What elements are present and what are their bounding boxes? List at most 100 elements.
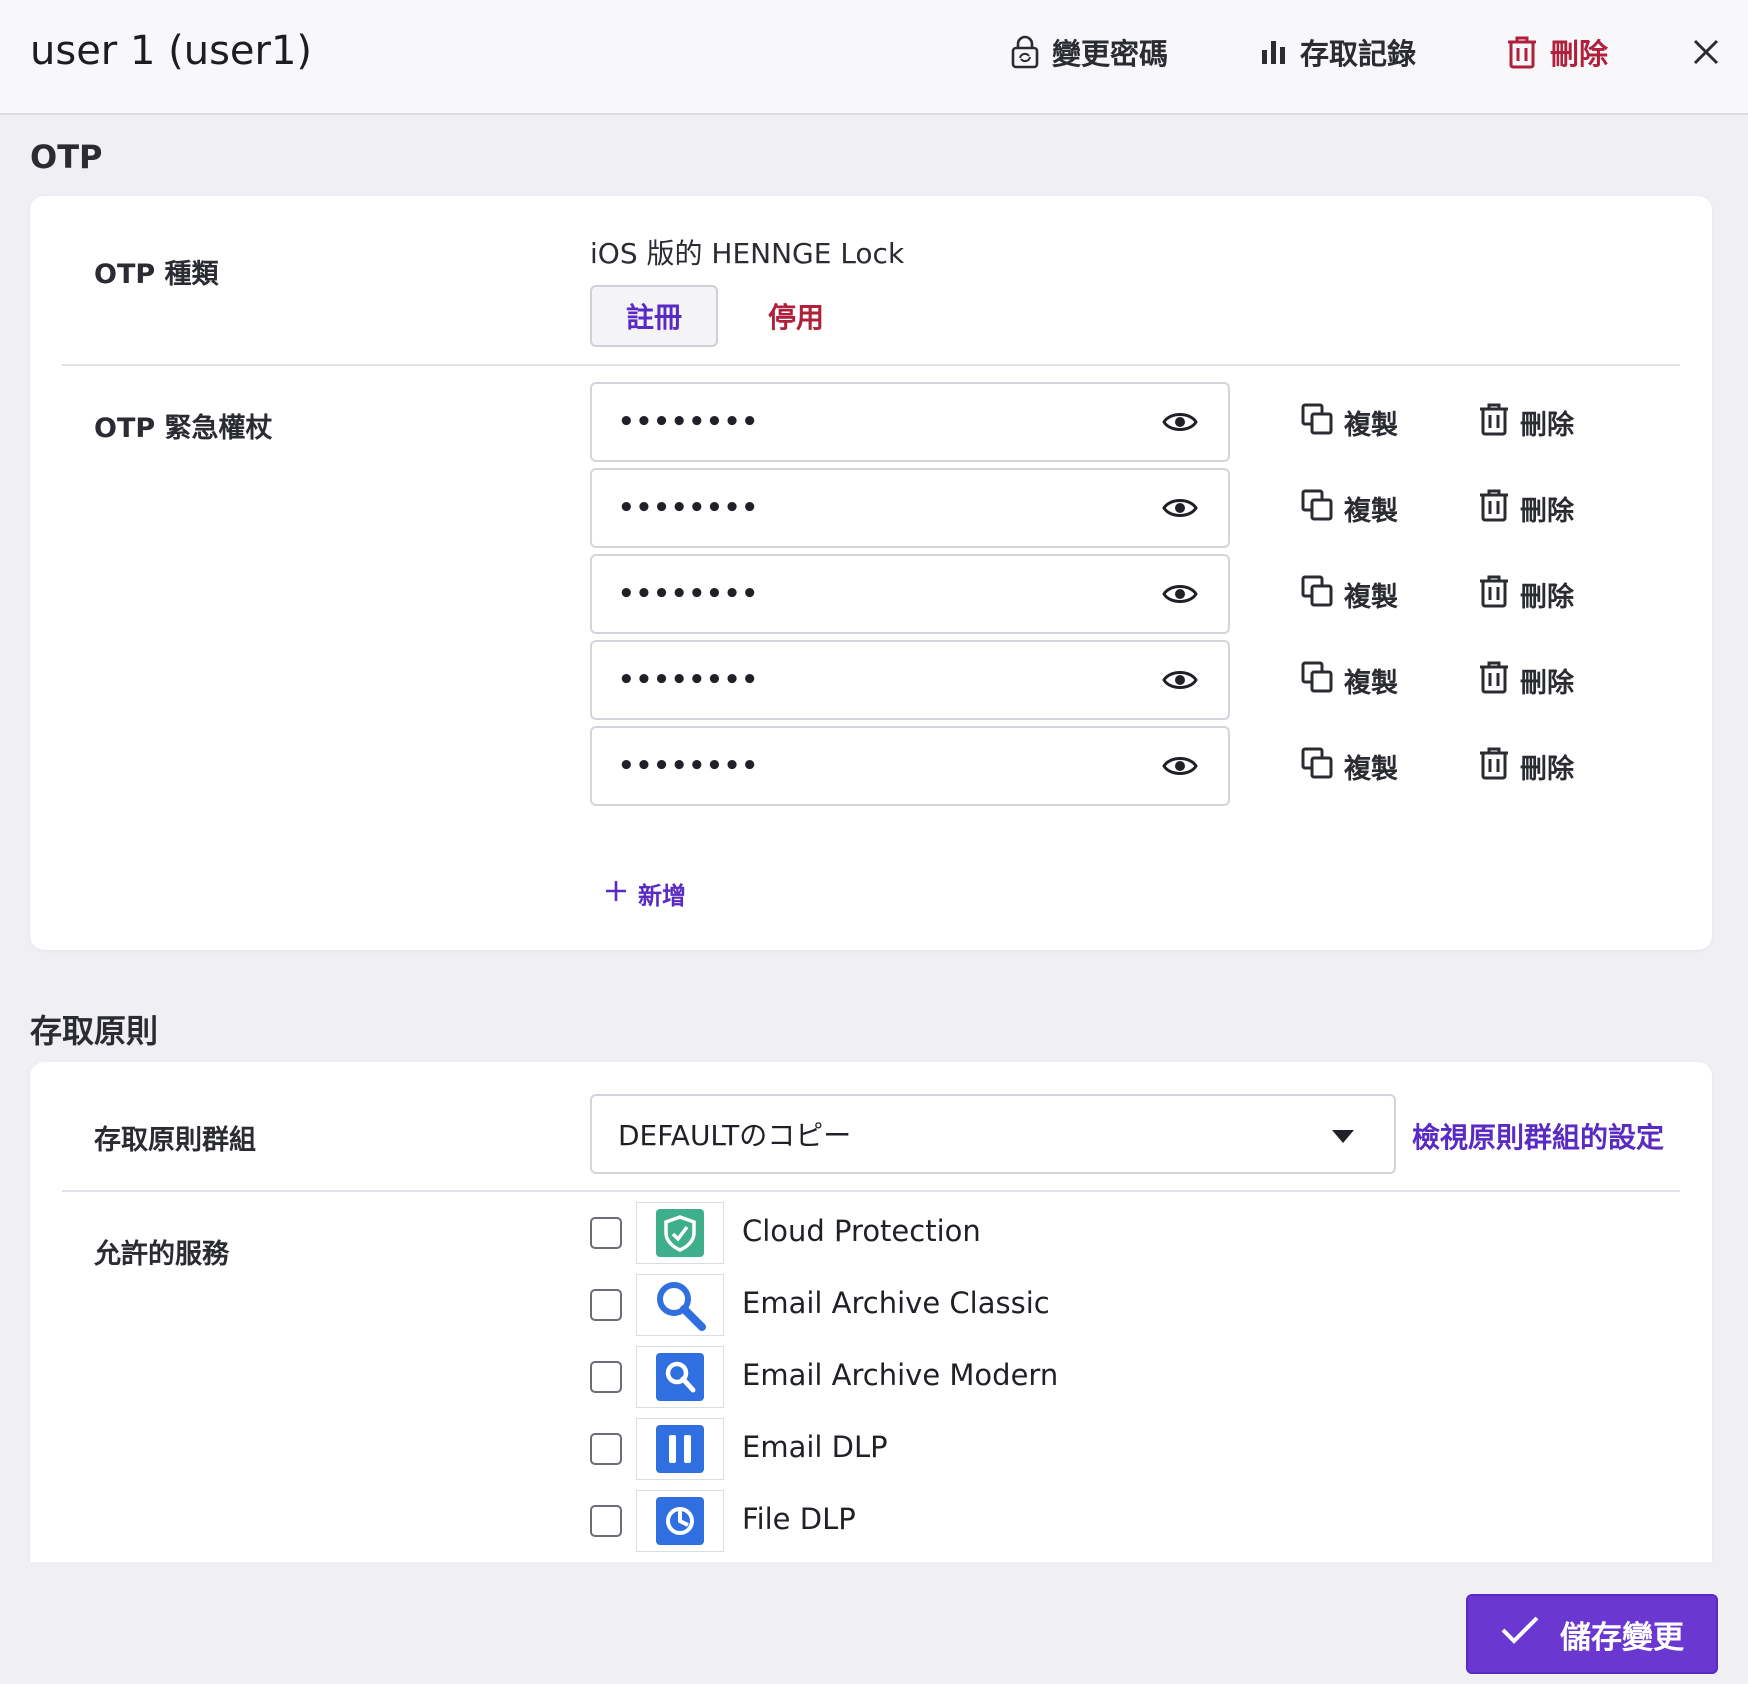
eye-icon[interactable] [1162, 576, 1198, 612]
dialog-title: user 1 (user1) [30, 28, 313, 74]
copy-token-label: 複製 [1344, 667, 1398, 699]
token-row: 複製 刪除 [590, 554, 1730, 634]
copy-icon [1300, 746, 1334, 787]
view-policy-group-link[interactable]: 檢視原則群組的設定 [1412, 1116, 1664, 1156]
service-name: Email DLP [742, 1430, 888, 1464]
token-field[interactable] [590, 382, 1230, 462]
otp-type-label: OTP 種類 [94, 259, 219, 290]
service-checkbox[interactable] [590, 1433, 622, 1465]
service-item: Email Archive Modern [590, 1346, 1490, 1408]
access-log-label: 存取記錄 [1300, 37, 1417, 71]
token-row: 複製 刪除 [590, 382, 1730, 462]
otp-divider [62, 364, 1680, 366]
change-password-label: 變更密碼 [1052, 37, 1169, 71]
policy-group-select[interactable]: DEFAULTのコピー [590, 1094, 1396, 1174]
service-item: File DLP [590, 1490, 1490, 1552]
delete-token-button[interactable]: 刪除 [1478, 746, 1574, 786]
copy-token-button[interactable]: 複製 [1300, 746, 1398, 786]
trash-icon [1506, 35, 1538, 69]
eye-icon[interactable] [1162, 404, 1198, 440]
access-log-button[interactable]: 存取記錄 [1260, 30, 1416, 74]
delete-user-label: 刪除 [1550, 37, 1609, 71]
bar-chart-icon [1260, 38, 1288, 66]
trash-icon [1478, 746, 1510, 787]
delete-token-button[interactable]: 刪除 [1478, 402, 1574, 442]
copy-icon [1300, 402, 1334, 443]
save-changes-button[interactable]: 儲存變更 [1466, 1594, 1718, 1674]
otp-emergency-label: OTP 緊急權杖 [94, 413, 273, 444]
copy-token-button[interactable]: 複製 [1300, 660, 1398, 700]
copy-token-label: 複製 [1344, 753, 1398, 785]
policy-divider [62, 1190, 1680, 1192]
eye-icon[interactable] [1162, 748, 1198, 784]
service-item: Email DLP [590, 1418, 1490, 1480]
copy-icon [1300, 660, 1334, 701]
delete-token-label: 刪除 [1520, 753, 1574, 785]
trash-icon [1478, 488, 1510, 529]
service-checkbox[interactable] [590, 1289, 622, 1321]
plus-icon [604, 879, 628, 909]
copy-token-button[interactable]: 複製 [1300, 574, 1398, 614]
delete-token-label: 刪除 [1520, 409, 1574, 441]
service-name: File DLP [742, 1502, 856, 1536]
service-checkbox[interactable] [590, 1505, 622, 1537]
copy-icon [1300, 488, 1334, 529]
token-field[interactable] [590, 726, 1230, 806]
file-dlp-icon [636, 1490, 724, 1552]
policy-group-value: DEFAULTのコピー [618, 1119, 852, 1152]
trash-icon [1478, 402, 1510, 443]
copy-token-button[interactable]: 複製 [1300, 402, 1398, 442]
copy-token-label: 複製 [1344, 495, 1398, 527]
delete-token-button[interactable]: 刪除 [1478, 574, 1574, 614]
delete-token-button[interactable]: 刪除 [1478, 488, 1574, 528]
trash-icon [1478, 660, 1510, 701]
allowed-services-label: 允許的服務 [94, 1239, 229, 1270]
otp-section-title: OTP [30, 138, 103, 176]
policy-group-label: 存取原則群組 [94, 1125, 256, 1156]
trash-icon [1478, 574, 1510, 615]
copy-icon [1300, 574, 1334, 615]
change-password-button[interactable]: 變更密碼 [1010, 30, 1168, 74]
service-checkbox[interactable] [590, 1217, 622, 1249]
policy-card: 存取原則群組 DEFAULTのコピー 檢視原則群組的設定 允許的服務 Cloud… [30, 1062, 1712, 1622]
service-name: Email Archive Classic [742, 1286, 1050, 1320]
policy-section-title: 存取原則 [30, 1012, 159, 1050]
delete-user-button[interactable]: 刪除 [1506, 30, 1608, 74]
dialog-header: user 1 (user1) 變更密碼 存取記錄 刪除 [0, 0, 1748, 115]
token-field[interactable] [590, 640, 1230, 720]
service-item: Cloud Protection [590, 1202, 1490, 1264]
close-icon[interactable] [1688, 34, 1724, 70]
service-name: Cloud Protection [742, 1214, 981, 1248]
add-token-button[interactable]: 新增 [604, 876, 686, 911]
eye-icon[interactable] [1162, 490, 1198, 526]
token-row: 複製 刪除 [590, 640, 1730, 720]
otp-type-value: iOS 版的 HENNGE Lock [590, 237, 905, 270]
token-field[interactable] [590, 554, 1230, 634]
eye-icon[interactable] [1162, 662, 1198, 698]
otp-card: OTP 種類 iOS 版的 HENNGE Lock 註冊 停用 OTP 緊急權杖… [30, 196, 1712, 950]
delete-token-label: 刪除 [1520, 581, 1574, 613]
cloud-protection-icon [636, 1202, 724, 1264]
delete-token-label: 刪除 [1520, 495, 1574, 527]
token-row: 複製 刪除 [590, 468, 1730, 548]
service-item: Email Archive Classic [590, 1274, 1490, 1336]
save-changes-label: 儲存變更 [1560, 1619, 1684, 1656]
delete-token-label: 刪除 [1520, 667, 1574, 699]
service-checkbox[interactable] [590, 1361, 622, 1393]
check-icon [1500, 1614, 1540, 1654]
email-archive-modern-icon [636, 1346, 724, 1408]
lock-icon [1010, 35, 1040, 69]
service-name: Email Archive Modern [742, 1358, 1059, 1392]
copy-token-button[interactable]: 複製 [1300, 488, 1398, 528]
add-token-label: 新增 [638, 882, 686, 910]
disable-button[interactable]: 停用 [768, 285, 824, 347]
delete-token-button[interactable]: 刪除 [1478, 660, 1574, 700]
caret-down-icon [1332, 1130, 1354, 1143]
register-button[interactable]: 註冊 [590, 285, 718, 347]
copy-token-label: 複製 [1344, 409, 1398, 441]
token-row: 複製 刪除 [590, 726, 1730, 806]
token-field[interactable] [590, 468, 1230, 548]
copy-token-label: 複製 [1344, 581, 1398, 613]
email-archive-classic-icon [636, 1274, 724, 1336]
email-dlp-icon [636, 1418, 724, 1480]
